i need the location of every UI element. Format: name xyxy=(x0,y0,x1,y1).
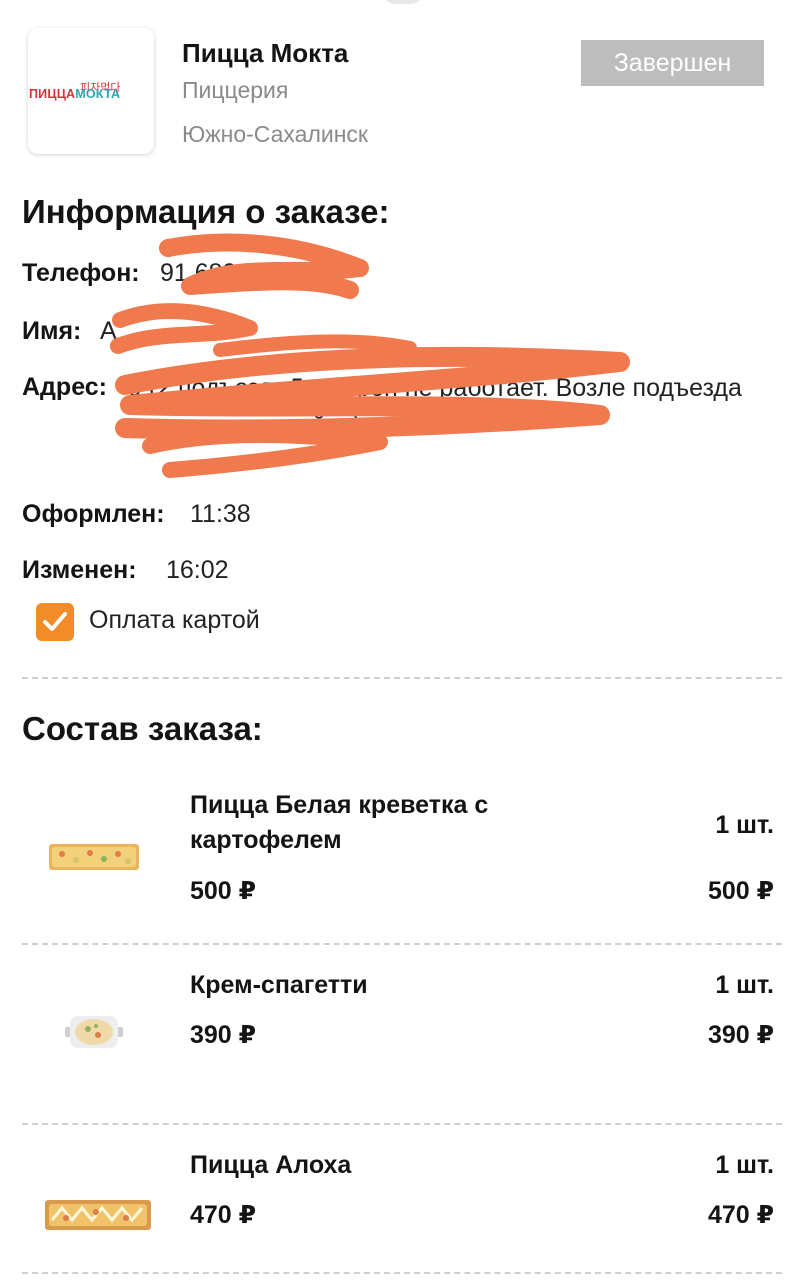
order-status-badge: Завершен xyxy=(581,40,764,86)
customer-name-value: А xyxy=(100,317,117,345)
item-name: Крем-спагетти xyxy=(190,971,368,999)
item-quantity: 1 шт. xyxy=(715,1151,774,1179)
cream-spaghetti-image xyxy=(65,1016,123,1048)
placed-time: 11:38 xyxy=(190,500,251,528)
pizza-white-shrimp-image xyxy=(49,844,139,870)
placed-label: Оформлен: xyxy=(22,500,165,528)
logo-wordmark: ПИЦЦАМОКТА xyxy=(29,87,120,101)
section-divider xyxy=(22,677,782,679)
changed-label: Изменен: xyxy=(22,556,137,584)
item-divider xyxy=(22,1272,782,1274)
item-total: 470 ₽ xyxy=(707,1201,774,1229)
name-label: Имя: xyxy=(22,317,82,345)
logo-wordmark-part1: ПИЦЦА xyxy=(29,87,76,101)
item-quantity: 1 шт. xyxy=(715,971,774,999)
card-payment-label: Оплата картой xyxy=(89,606,260,634)
item-total: 500 ₽ xyxy=(707,877,774,905)
pizza-aloha-image xyxy=(45,1200,151,1230)
card-payment-checkbox[interactable] xyxy=(36,603,74,641)
restaurant-type: Пиццерия xyxy=(182,77,289,103)
restaurant-name[interactable]: Пицца Мокта xyxy=(182,38,348,69)
item-divider xyxy=(22,1123,782,1125)
logo-wordmark-part2: МОКТА xyxy=(75,87,121,101)
phone-label: Телефон: xyxy=(22,259,140,287)
item-price: 500 ₽ xyxy=(190,877,257,905)
item-price: 470 ₽ xyxy=(190,1201,257,1229)
order-info-title: Информация о заказе: xyxy=(22,193,390,230)
address-value: 9 (2 подъезд. Домофон не работает. Возле… xyxy=(128,374,742,439)
restaurant-city: Южно-Сахалинск xyxy=(182,121,368,147)
order-items-title: Состав заказа: xyxy=(22,710,263,747)
changed-time: 16:02 xyxy=(166,556,229,584)
item-quantity: 1 шт. xyxy=(715,811,774,839)
item-price: 390 ₽ xyxy=(190,1021,257,1049)
item-name: Пицца Алоха xyxy=(190,1151,352,1179)
top-handle xyxy=(380,0,426,4)
phone-value: 91 683 xyxy=(160,259,237,287)
item-name: Пицца Белая креветка с картофелем xyxy=(190,791,489,854)
address-label: Адрес: xyxy=(22,373,107,401)
checkmark-icon xyxy=(43,612,67,631)
item-total: 390 ₽ xyxy=(707,1021,774,1049)
item-divider xyxy=(22,943,782,945)
